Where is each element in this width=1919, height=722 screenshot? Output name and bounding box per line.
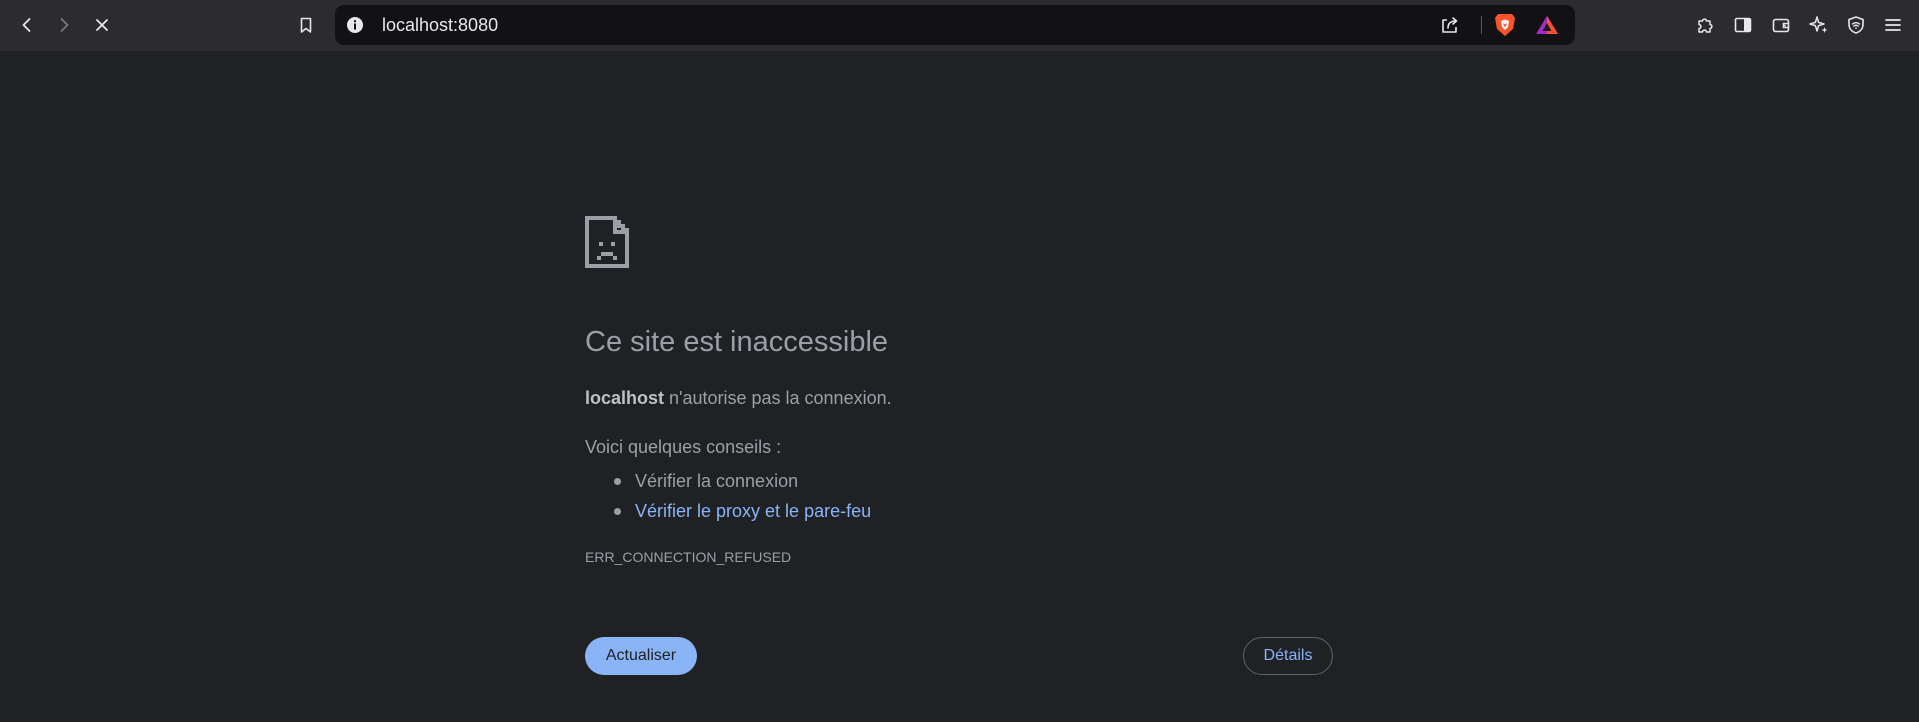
sidebar-button[interactable] — [1727, 9, 1759, 41]
sidebar-icon — [1734, 17, 1752, 33]
bullet — [614, 508, 621, 515]
bookmark-button[interactable] — [290, 9, 322, 41]
stop-button[interactable] — [86, 9, 118, 41]
shield-icon — [1848, 16, 1864, 34]
tip-check-connection: Vérifier la connexion — [635, 471, 799, 491]
error-code: ERR_CONNECTION_REFUSED — [585, 549, 792, 565]
sparkle-icon — [1809, 16, 1828, 33]
reload-button[interactable]: Actualiser — [585, 637, 697, 675]
tip-check-proxy-link[interactable]: Vérifier le proxy et le pare-feu — [635, 501, 871, 521]
info-icon[interactable] — [345, 15, 365, 35]
address-bar[interactable]: localhost:8080 — [335, 5, 1575, 45]
tip-item: Vérifier le proxy et le pare-feu — [585, 496, 871, 526]
error-message: localhost n'autorise pas la connexion. — [585, 388, 892, 409]
browser-toolbar: localhost:8080 — [0, 0, 1919, 51]
omnibox-divider — [1481, 16, 1482, 34]
brave-shields-icon[interactable] — [1491, 11, 1519, 39]
url-text[interactable]: localhost:8080 — [382, 5, 498, 45]
bullet — [614, 478, 621, 485]
sad-page-icon — [585, 216, 631, 270]
wallet-button[interactable] — [1765, 9, 1797, 41]
chevron-left-icon — [22, 18, 31, 32]
wallet-icon — [1772, 18, 1790, 33]
brave-rewards-icon[interactable] — [1533, 11, 1561, 39]
chevron-right-icon — [60, 18, 69, 32]
share-icon[interactable] — [1437, 12, 1463, 38]
tips-heading: Voici quelques conseils : — [585, 437, 782, 457]
error-host: localhost — [585, 388, 665, 408]
error-title: Ce site est inaccessible — [585, 326, 889, 358]
leo-ai-button[interactable] — [1803, 9, 1835, 41]
bookmark-icon — [300, 17, 312, 33]
menu-button[interactable] — [1877, 9, 1909, 41]
tip-item: Vérifier la connexion — [585, 466, 871, 496]
close-icon — [96, 19, 108, 31]
hamburger-menu-icon — [1885, 19, 1901, 31]
details-button[interactable]: Détails — [1243, 637, 1333, 675]
vpn-button[interactable] — [1840, 9, 1872, 41]
tips-list: Vérifier la connexion Vérifier le proxy … — [585, 466, 871, 526]
error-message-text: n'autorise pas la connexion. — [664, 388, 892, 408]
extensions-button[interactable] — [1689, 9, 1721, 41]
puzzle-icon — [1698, 18, 1713, 33]
forward-button[interactable] — [48, 9, 80, 41]
back-button[interactable] — [11, 9, 43, 41]
